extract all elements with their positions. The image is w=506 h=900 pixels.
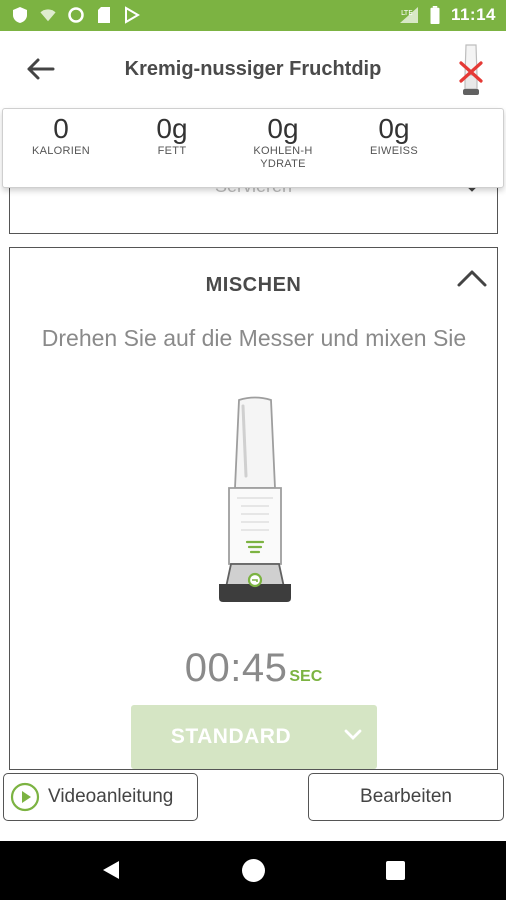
step-description: Drehen Sie auf die Messer und mixen Sie [41, 325, 467, 351]
protein-label: EIWEISS [370, 145, 418, 157]
nutrition-summary: 0 KALORIEN 0g FETT 0g KOHLEN-HYDRATE 0g … [2, 108, 504, 188]
edit-button[interactable]: Bearbeiten [308, 773, 504, 821]
carbs-label: KOHLEN-HYDRATE [253, 145, 313, 170]
chevron-up-icon [457, 270, 487, 287]
timer-value: 00:45 [184, 646, 288, 690]
blender-disconnected-icon [459, 44, 483, 95]
fat-label: FETT [157, 145, 187, 157]
nav-recent-icon[interactable] [386, 861, 405, 880]
step-card: MISCHEN Drehen Sie auf die Messer und mi… [9, 247, 498, 770]
battery-icon [430, 6, 440, 24]
play-store-icon [125, 6, 140, 24]
play-circle-icon [10, 782, 40, 812]
calories-value: 0 [53, 113, 69, 144]
mode-select-button[interactable]: STANDARD [131, 705, 377, 769]
nutrition-calories: 0 KALORIEN [6, 113, 116, 158]
video-guide-label: Videoanleitung [48, 786, 174, 807]
clock: 11:14 [450, 5, 496, 24]
collapse-button[interactable] [455, 264, 489, 292]
protein-value: 0g [378, 113, 410, 144]
blender-illustration [219, 396, 291, 602]
mode-label: STANDARD [170, 725, 292, 748]
nutrition-fat: 0g FETT [117, 113, 227, 158]
app-bar: Kremig-nussiger Fruchtdip [0, 31, 506, 107]
lte-signal-icon: LTE [399, 7, 418, 23]
page-title: Kremig-nussiger Fruchtdip [124, 58, 382, 80]
video-guide-button[interactable]: Videoanleitung [3, 773, 198, 821]
nav-home-icon[interactable] [242, 859, 265, 882]
fat-value: 0g [156, 113, 188, 144]
wifi-icon [40, 9, 56, 22]
device-status-button[interactable] [456, 41, 486, 97]
svg-text:LTE: LTE [401, 9, 413, 17]
shield-icon [13, 7, 27, 23]
circle-icon [68, 7, 84, 23]
step-title: MISCHEN [205, 274, 302, 296]
sd-card-icon [98, 7, 110, 23]
status-bar: LTE 11:14 [0, 0, 506, 31]
timer-unit: SEC [289, 668, 323, 685]
timer-display: 00:45 SEC [10, 646, 497, 691]
nav-back-icon[interactable] [102, 860, 120, 880]
carbs-value: 0g [267, 113, 299, 144]
chevron-down-icon[interactable] [343, 727, 363, 743]
nutrition-protein: 0g EIWEISS [339, 113, 449, 158]
nutrition-carbs: 0g KOHLEN-HYDRATE [228, 113, 338, 171]
system-navigation-bar [0, 841, 506, 900]
calories-label: KALORIEN [31, 145, 91, 157]
